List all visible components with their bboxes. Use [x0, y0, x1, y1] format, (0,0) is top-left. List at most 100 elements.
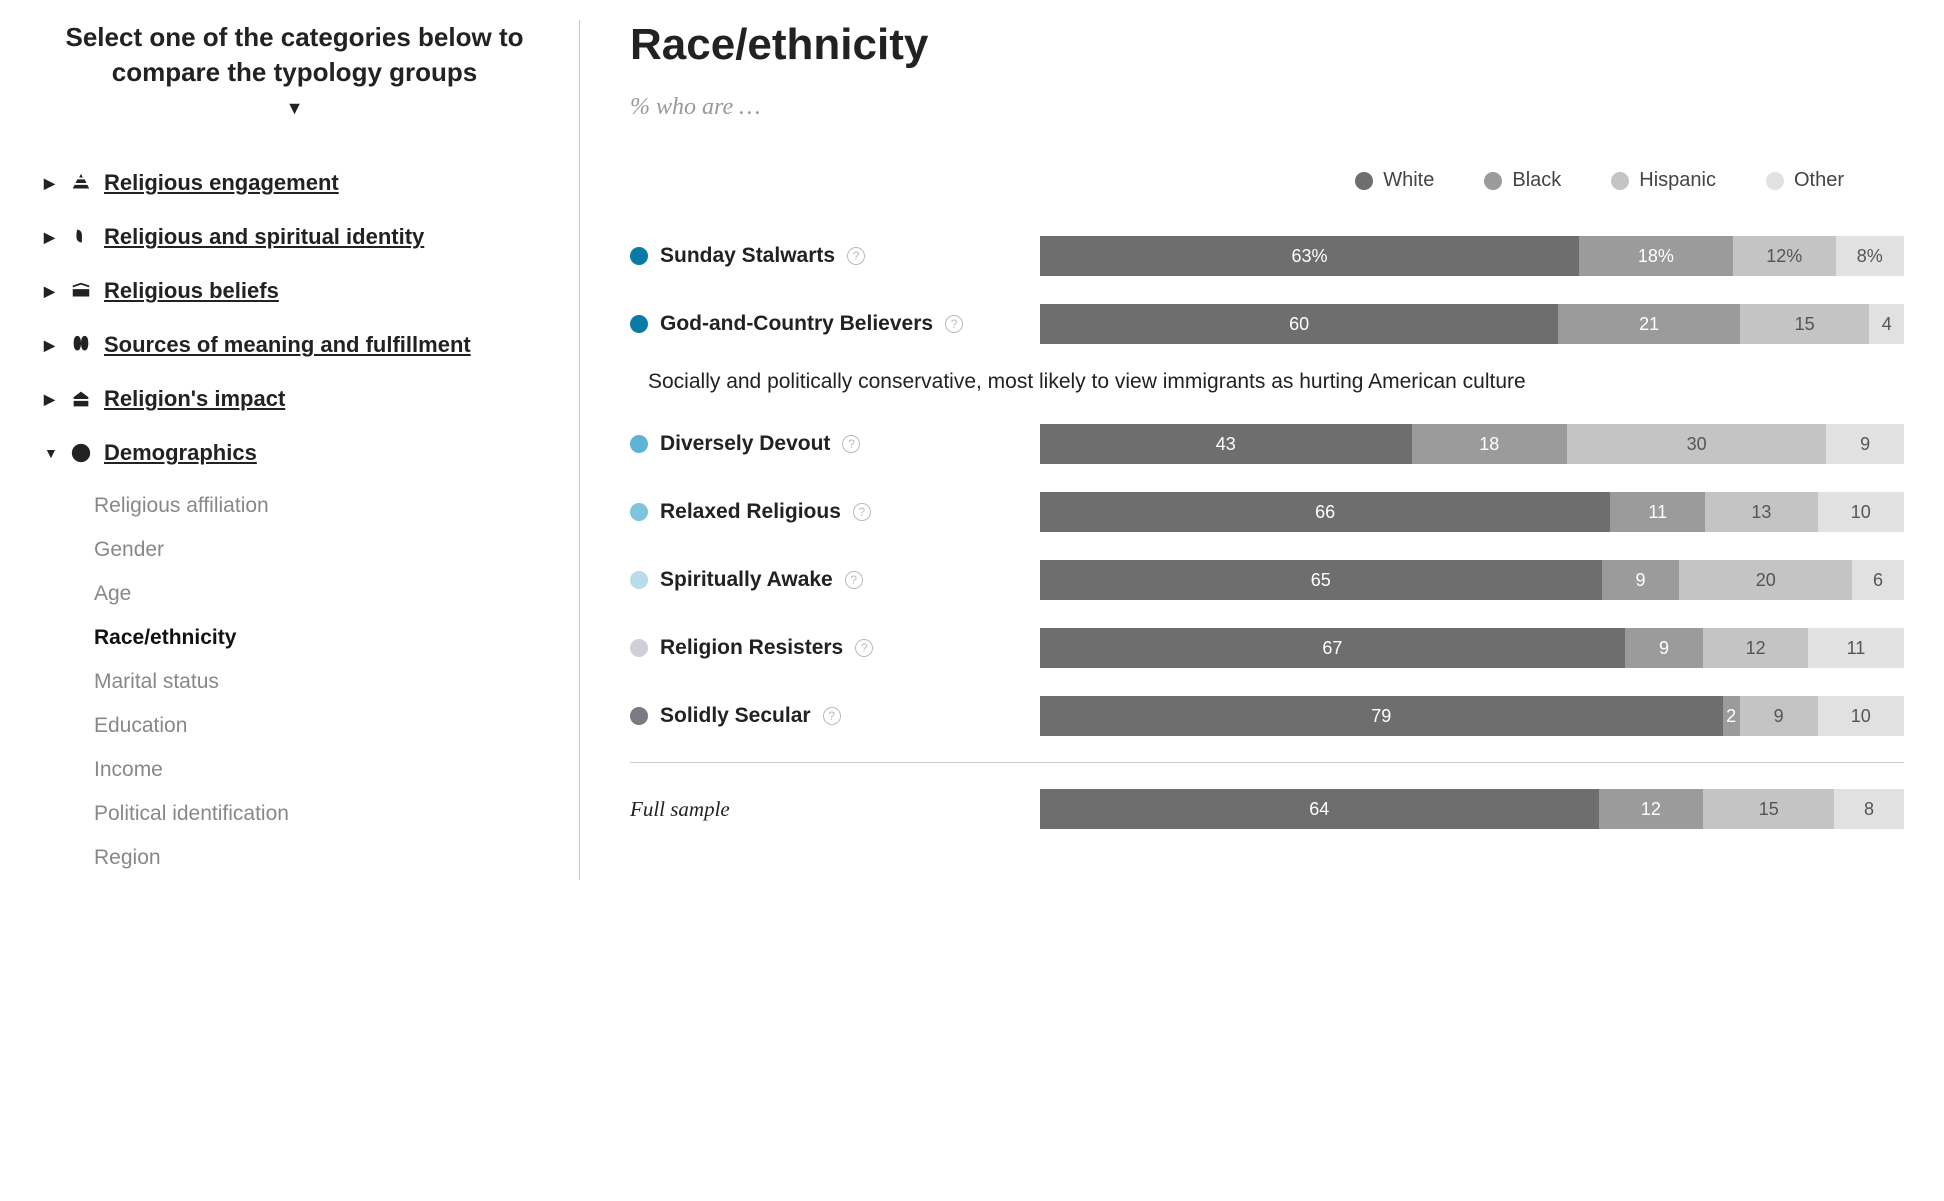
bar-segment-white[interactable]: 79 — [1040, 696, 1723, 736]
help-icon[interactable]: ? — [847, 247, 865, 265]
bar-segment-black[interactable]: 21 — [1558, 304, 1739, 344]
chart-row: Solidly Secular ?792910 — [630, 682, 1904, 750]
group-dot-icon — [630, 315, 648, 333]
chart-row: Spiritually Awake ?659206 — [630, 546, 1904, 614]
bar-segment-hispanic[interactable]: 15 — [1740, 304, 1870, 344]
sidebar-item-religious-and-spiritual-identity[interactable]: ▶ Religious and spiritual identity — [40, 210, 549, 264]
chart-row-label[interactable]: Spiritually Awake ? — [630, 568, 1040, 592]
sidebar-item-label: Religious and spiritual identity — [104, 224, 424, 250]
chart-row-label[interactable]: Solidly Secular ? — [630, 704, 1040, 728]
caret-right-icon: ▶ — [44, 391, 58, 408]
bar-segment-other[interactable]: 11 — [1808, 628, 1904, 668]
group-name: Spiritually Awake — [660, 568, 833, 592]
bar-segment-white[interactable]: 60 — [1040, 304, 1558, 344]
chart-row-label[interactable]: Sunday Stalwarts ? — [630, 244, 1040, 268]
bar-segment-white[interactable]: 67 — [1040, 628, 1625, 668]
sidebar-item-label: Religious beliefs — [104, 278, 279, 304]
bar-segment-white[interactable]: 65 — [1040, 560, 1602, 600]
sidebar-item-label: Demographics — [104, 440, 257, 466]
help-icon[interactable]: ? — [823, 707, 841, 725]
sidebar-subitem-marital-status[interactable]: Marital status — [94, 660, 549, 704]
bar-segment-hispanic[interactable]: 20 — [1679, 560, 1852, 600]
bar-segment-other[interactable]: 8% — [1836, 236, 1904, 276]
bar-segment-other[interactable]: 9 — [1826, 424, 1904, 464]
sidebar-subitem-political-identification[interactable]: Political identification — [94, 792, 549, 836]
legend-item-hispanic: Hispanic — [1611, 169, 1716, 192]
sidebar-item-religion-s-impact[interactable]: ▶ Religion's impact — [40, 372, 549, 426]
group-name: Diversely Devout — [660, 432, 830, 456]
bar-segment-other[interactable]: 10 — [1818, 492, 1904, 532]
legend-label: Other — [1794, 169, 1844, 192]
chart-row-label[interactable]: Diversely Devout ? — [630, 432, 1040, 456]
bar-segment-black[interactable]: 2 — [1723, 696, 1740, 736]
sidebar-subitem-education[interactable]: Education — [94, 704, 549, 748]
legend-swatch — [1766, 172, 1784, 190]
legend-swatch — [1355, 172, 1373, 190]
help-icon[interactable]: ? — [855, 639, 873, 657]
bar-segment-hispanic[interactable]: 9 — [1740, 696, 1818, 736]
bar-segment-hispanic[interactable]: 12% — [1733, 236, 1836, 276]
bar-segment-white[interactable]: 63% — [1040, 236, 1579, 276]
bar-segment-white[interactable]: 66 — [1040, 492, 1610, 532]
sidebar-subitem-religious-affiliation[interactable]: Religious affiliation — [94, 484, 549, 528]
legend-label: Black — [1512, 169, 1561, 192]
sidebar-item-label: Religious engagement — [104, 170, 339, 196]
sidebar-item-sources-of-meaning-and-fulfillment[interactable]: ▶ Sources of meaning and fulfillment — [40, 318, 549, 372]
sidebar-item-label: Religion's impact — [104, 386, 285, 412]
bar-segment-black[interactable]: 9 — [1625, 628, 1704, 668]
chart-legend: White Black Hispanic Other — [630, 169, 1904, 192]
stacked-bar: 6021154 — [1040, 304, 1904, 344]
sidebar-subitem-income[interactable]: Income — [94, 748, 549, 792]
bar-segment-black[interactable]: 12 — [1599, 789, 1704, 829]
caret-right-icon: ▶ — [44, 283, 58, 300]
category-icon — [68, 442, 94, 464]
legend-swatch — [1611, 172, 1629, 190]
bar-segment-white[interactable]: 43 — [1040, 424, 1412, 464]
bar-segment-hispanic[interactable]: 30 — [1567, 424, 1826, 464]
sidebar-item-demographics[interactable]: ▼ Demographics — [40, 426, 549, 480]
bar-segment-other[interactable]: 8 — [1834, 789, 1904, 829]
bar-segment-hispanic[interactable]: 13 — [1705, 492, 1817, 532]
bar-segment-black[interactable]: 18% — [1579, 236, 1733, 276]
group-dot-icon — [630, 571, 648, 589]
chart-row-label[interactable]: Relaxed Religious ? — [630, 500, 1040, 524]
bar-segment-hispanic[interactable]: 12 — [1703, 628, 1808, 668]
sidebar-subitem-age[interactable]: Age — [94, 572, 549, 616]
bar-segment-other[interactable]: 10 — [1818, 696, 1904, 736]
sidebar-subnav: Religious affiliationGenderAgeRace/ethni… — [94, 484, 549, 880]
sidebar-item-label: Sources of meaning and fulfillment — [104, 332, 471, 358]
chart-row-label[interactable]: Religion Resisters ? — [630, 636, 1040, 660]
bar-segment-white[interactable]: 64 — [1040, 789, 1599, 829]
help-icon[interactable]: ? — [842, 435, 860, 453]
chart-row-label: Full sample — [630, 797, 1040, 822]
help-icon[interactable]: ? — [853, 503, 871, 521]
sidebar-subitem-gender[interactable]: Gender — [94, 528, 549, 572]
sidebar-item-religious-beliefs[interactable]: ▶ Religious beliefs — [40, 264, 549, 318]
stacked-bar-chart: Sunday Stalwarts ?63%18%12%8% God-and-Co… — [630, 222, 1904, 843]
sidebar-item-religious-engagement[interactable]: ▶ Religious engagement — [40, 156, 549, 210]
bar-segment-other[interactable]: 4 — [1869, 304, 1904, 344]
sidebar-subitem-region[interactable]: Region — [94, 836, 549, 880]
help-icon[interactable]: ? — [845, 571, 863, 589]
chart-row: Sunday Stalwarts ?63%18%12%8% — [630, 222, 1904, 290]
page-title: Race/ethnicity — [630, 20, 1904, 70]
bar-segment-hispanic[interactable]: 15 — [1703, 789, 1834, 829]
bar-segment-black[interactable]: 18 — [1412, 424, 1568, 464]
category-icon — [68, 280, 94, 302]
bar-segment-black[interactable]: 9 — [1602, 560, 1680, 600]
bar-segment-other[interactable]: 6 — [1852, 560, 1904, 600]
stacked-bar: 6791211 — [1040, 628, 1904, 668]
caret-right-icon: ▶ — [44, 337, 58, 354]
legend-label: White — [1383, 169, 1434, 192]
category-icon — [68, 388, 94, 410]
sidebar-subitem-race-ethnicity[interactable]: Race/ethnicity — [94, 616, 549, 660]
page-subtitle: % who are … — [630, 94, 1904, 121]
bar-segment-black[interactable]: 11 — [1610, 492, 1705, 532]
stacked-bar: 66111310 — [1040, 492, 1904, 532]
category-icon — [68, 334, 94, 356]
help-icon[interactable]: ? — [945, 315, 963, 333]
chart-row-label[interactable]: God-and-Country Believers ? — [630, 312, 1040, 336]
divider — [630, 762, 1904, 763]
group-name: Religion Resisters — [660, 636, 843, 660]
main-content: Race/ethnicity % who are … White Black H… — [580, 20, 1904, 880]
